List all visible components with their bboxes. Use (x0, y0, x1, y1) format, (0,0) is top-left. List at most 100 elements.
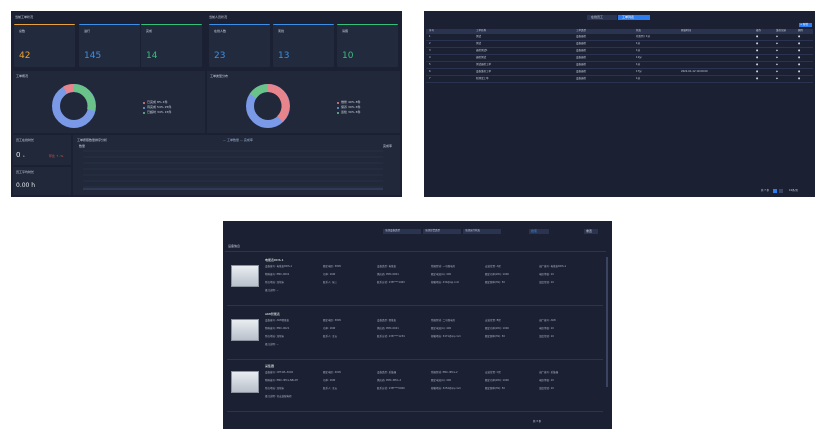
tab-online-staff-label: 在线员工 (591, 15, 604, 19)
device-field: 额定电压: 400V (323, 371, 342, 374)
stat-label: 进行 (84, 29, 91, 33)
reset-button[interactable]: 重置 (584, 229, 598, 234)
device-field: 功率: 1KW (323, 327, 336, 330)
table-cell[interactable]: ● (756, 56, 758, 60)
table-cell[interactable]: ● (798, 56, 800, 60)
table-cell[interactable]: ● (798, 70, 800, 74)
table-cell: 设备巡检 (576, 70, 587, 73)
table-row[interactable]: 6 设备维修工单 设备巡检 17分 2022-01-12 10:00:00 ● ◆ ● (426, 69, 813, 76)
table-cell[interactable]: ● (756, 42, 758, 46)
table-row[interactable]: 5 测试巡检工单 设备巡检 1分 ● ◆ ● (426, 62, 813, 69)
table-header-cell: 工单名称 (476, 29, 487, 32)
table-cell[interactable]: ● (756, 49, 758, 53)
device-field: 邮箱地址: 3254@qq.com (431, 387, 461, 390)
device-field: 温度传感: 10 (539, 387, 554, 390)
device-field: 联系方式: 138****1463 (377, 281, 405, 284)
legend-label: 保养 30% 6件 (341, 105, 361, 109)
table-cell: 1分 (636, 77, 641, 80)
table-cell: 巡检测试1 (476, 49, 488, 52)
add-button[interactable]: + 新增 (799, 23, 812, 27)
device-name: 电能表DDS-1 (265, 258, 284, 262)
table-row[interactable]: 4 巡检测试 设备巡检 11分 ● ◆ ● (426, 55, 813, 62)
table-cell[interactable]: ● (756, 63, 758, 67)
device-field: 备注说明: -- (265, 289, 279, 292)
device-field: 安装位置: C区 (485, 371, 501, 374)
table-header-cell: 状态 (636, 29, 642, 32)
device-field: 设备类型: 电能表 (377, 265, 397, 268)
table-cell[interactable]: ● (756, 35, 758, 39)
device-field: 设备编号: CET-WL-3002 (265, 371, 294, 374)
stat-label: 完成 (146, 29, 153, 33)
legend-swatch (143, 111, 145, 114)
table-cell[interactable]: ◆ (776, 77, 778, 81)
table-cell[interactable]: ● (798, 77, 800, 81)
filter-select[interactable]: 全部告警类型 (423, 229, 461, 234)
table-cell[interactable]: ◆ (776, 70, 778, 74)
page-1-button[interactable] (773, 189, 777, 193)
table-cell: 已签到 / 1分 (636, 35, 651, 38)
section-title: 设备信息 (228, 244, 241, 248)
table-cell: 设备巡检 (576, 42, 587, 45)
table-cell: 2022-01-12 10:00:00 (681, 70, 708, 73)
table-cell: 17分 (636, 70, 642, 73)
table-row[interactable]: 7 新测试工单 设备巡检 1分 ● ◆ ● (426, 76, 813, 83)
table-cell[interactable]: ◆ (776, 35, 778, 39)
divider (225, 251, 606, 252)
page-size[interactable]: 10条/页 (789, 189, 798, 193)
filter-label: 全部运行状态 (465, 229, 481, 232)
filter-select[interactable]: 全部设备类型 (383, 229, 421, 234)
table-cell[interactable]: ● (798, 63, 800, 67)
table-cell: 测试 (476, 35, 482, 38)
chart-title: 工单按照数量排序分析 (77, 138, 108, 142)
table-cell[interactable]: ◆ (776, 56, 778, 60)
table-row[interactable]: 2 测试 设备巡检 1分 ● ◆ ● (426, 41, 813, 48)
scrollbar[interactable] (606, 257, 608, 387)
stat-value: 14 (146, 51, 158, 61)
table-cell[interactable]: ◆ (776, 63, 778, 67)
online-time-card: 员工在线时长 0 s 环比 ↑ -% (13, 135, 71, 165)
stat-card: 请假 10 (337, 24, 398, 67)
table-cell[interactable]: ● (756, 77, 758, 81)
legend-label: 维修 40% 8件 (341, 100, 361, 104)
device-field: 出厂编号: AK8 (539, 319, 556, 322)
device-field: 额定电流(A): 400 (431, 379, 452, 382)
table-cell: 设备巡检 (576, 56, 587, 59)
device-field: 额定电压: 380V (323, 265, 342, 268)
page-next-button[interactable] (779, 189, 783, 193)
device-field: 供应商: PMC-3PCL-2 (377, 379, 402, 382)
stat-value: 145 (84, 51, 102, 61)
pie1-section: 工单概况 已完成 8% 4件 待完成 54% 25件 已超时 34% 15件 (13, 71, 205, 133)
device-field: 电压等级: 10 (539, 327, 554, 330)
table-cell: 新测试工单 (476, 77, 489, 80)
table-cell[interactable]: ● (798, 35, 800, 39)
table-header-cell: 开始时间 (681, 29, 692, 32)
pie1-chart (52, 84, 96, 128)
device-field: 额定频率(Hz): 50 (485, 335, 505, 338)
device-field: 所在地址: 深圳市 (265, 281, 285, 284)
stat-label: 离线 (278, 29, 285, 33)
table-cell[interactable]: ● (798, 42, 800, 46)
device-field: 联系人: 王五 (323, 335, 338, 338)
device-field: 功率: 1KW (323, 273, 336, 276)
device-card: 采集器 设备编号: CET-WL-3002 额定电压: 400V 设备类型: 采集器所… (227, 363, 603, 413)
table-row[interactable]: 1 测试 设备巡检 已签到 / 1分 ● ◆ ● (426, 34, 813, 41)
avg-time-card: 员工平均时长 0.00 h (13, 167, 71, 195)
legend-label: 已超时 34% 15件 (147, 110, 172, 114)
table-cell[interactable]: ● (798, 49, 800, 53)
filter-select[interactable]: 全部运行状态 (463, 229, 501, 234)
table-cell: 4 (429, 56, 431, 59)
side1-extra: 环比 ↑ -% (49, 154, 64, 158)
search-button[interactable]: 搜索 (529, 229, 549, 234)
table-row[interactable]: 3 巡检测试1 设备巡检 1分 ● ◆ ● (426, 48, 813, 55)
table-cell[interactable]: ◆ (776, 49, 778, 53)
chart-legend: — 工单数量 — 完成率 (223, 138, 253, 142)
work-order-table: 序号 工单名称 工单类型 状态 开始时间 操作 维修记录 删除 1 测试 设备巡检 已签到 / 1分 ●… (426, 29, 813, 89)
table-header-cell: 序号 (429, 29, 435, 32)
tab-online-staff[interactable]: 在线员工 (587, 15, 617, 20)
device-field: 功率: 1KW (323, 379, 336, 382)
tab-work-orders[interactable]: 工单列表 (618, 15, 650, 20)
table-cell[interactable]: ◆ (776, 42, 778, 46)
table-cell[interactable]: ● (756, 70, 758, 74)
device-field: 联系方式: 138****0000 (377, 387, 405, 390)
chart-ylabel-left: 数量 (79, 144, 86, 148)
